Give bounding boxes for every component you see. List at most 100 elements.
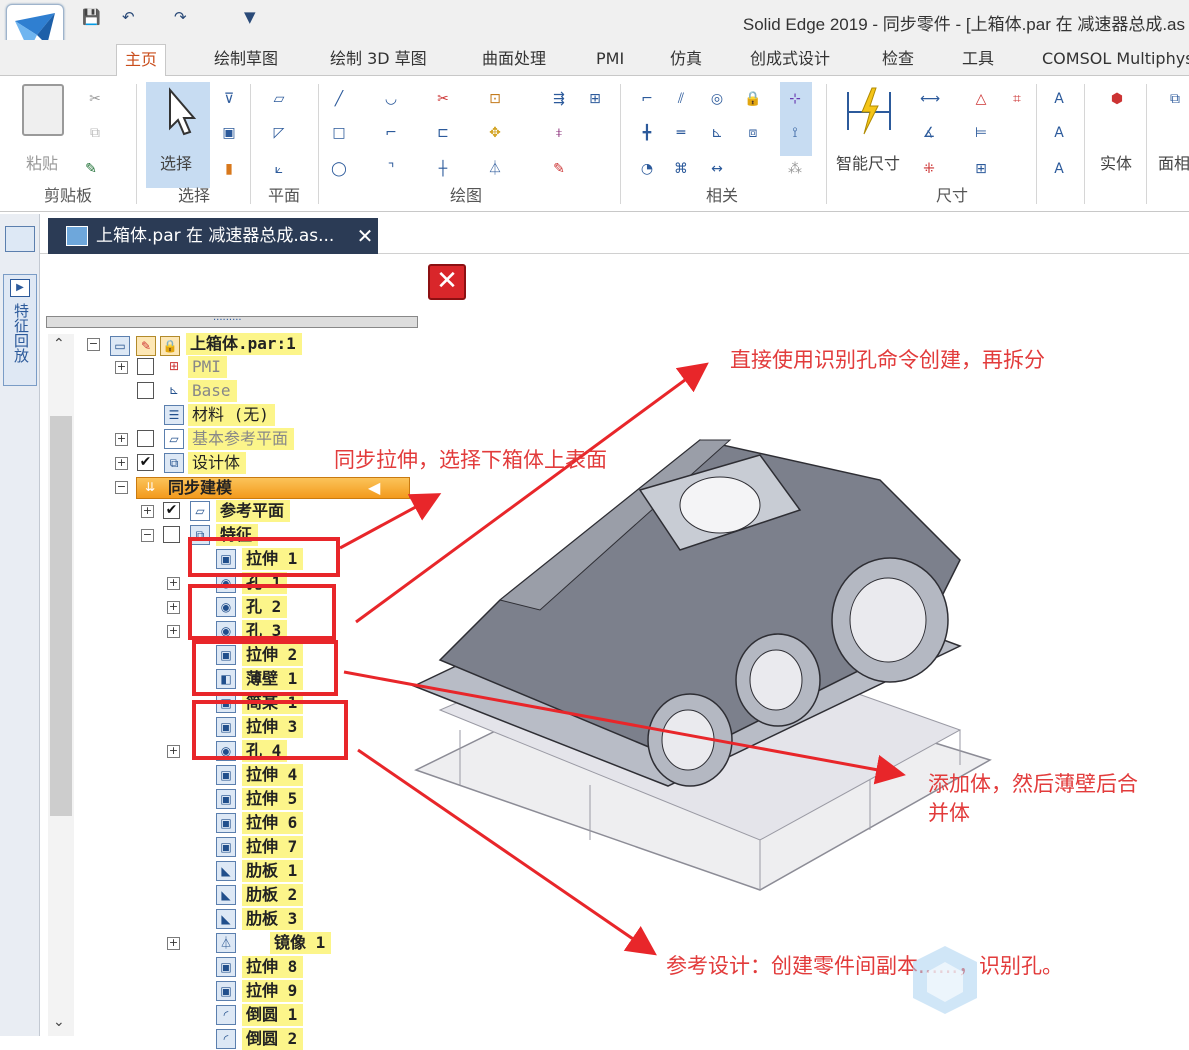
save-icon[interactable]: 💾 [82,8,101,26]
move-icon[interactable]: ✥ [486,124,504,142]
tree-item-label[interactable]: 基本参考平面 [188,428,295,450]
collapse-toggle[interactable]: − [141,529,154,542]
offset-icon[interactable]: ⊡ [486,90,504,108]
feature-playback-tab[interactable]: ▶ 特征回放 [3,274,37,386]
rigid-set-icon[interactable]: ⧈ [744,124,762,142]
scroll-up-icon[interactable]: ⌃ [53,336,65,352]
line-icon[interactable]: ╱ [330,90,348,108]
select-box-icon[interactable]: ▣ [220,124,238,142]
connect-icon[interactable]: ⌐ [638,90,656,108]
tree-item-label[interactable]: 拉伸 6 [242,812,304,834]
customize-qa-icon[interactable]: ▼ [244,8,256,26]
tree-item-label[interactable]: 肋板 3 [242,908,304,930]
visibility-checkbox[interactable]: ✔ [163,502,180,519]
scroll-down-icon[interactable]: ⌄ [53,1014,65,1030]
collinear-icon[interactable]: ↔ [708,160,726,178]
tree-item-label[interactable]: 倒圆 1 [242,1004,304,1026]
relationship-handles-icon[interactable]: ⊹ [786,90,804,108]
tangent-icon[interactable]: ◔ [638,160,656,178]
parallel-icon[interactable]: ⫽ [672,90,690,108]
rectangle-icon[interactable]: □ [330,124,348,142]
tree-item-label[interactable]: 拉伸 4 [242,764,304,786]
tab-inspect[interactable]: 检查 [874,44,922,76]
extend-icon[interactable]: ⊏ [434,124,452,142]
tree-item-label[interactable]: 肋板 2 [242,884,304,906]
pathfinder-splitter[interactable]: ········· [46,315,418,328]
project-icon[interactable]: ⇶ [550,90,568,108]
tab-simulation[interactable]: 仿真 [662,44,710,76]
lock-icon[interactable]: 🔒 [744,90,762,108]
coordinate-dimension-icon[interactable]: ⁜ [920,160,938,178]
solid-icon[interactable]: ⬢ [1108,90,1126,108]
visibility-checkbox[interactable] [137,430,154,447]
tree-item-label[interactable]: 拉伸 8 [242,956,304,978]
arc-icon[interactable]: ◡ [382,90,400,108]
plane-options-icon[interactable]: ◸ [270,124,288,142]
tab-home[interactable]: 主页 [116,44,167,76]
split-icon[interactable]: ┼ [434,160,452,178]
text-increase-icon[interactable]: A [1050,124,1068,142]
copy-icon[interactable]: ⧉ [86,124,104,142]
tree-root-label[interactable]: 上箱体.par:1 [186,333,302,355]
document-tab[interactable]: 上箱体.par 在 减速器总成.as... [48,218,378,254]
visibility-checkbox[interactable] [137,358,154,375]
tree-item-label[interactable]: 设计体 [188,452,247,474]
tab-comsol[interactable]: COMSOL Multiphysi [1034,44,1189,76]
horizontal-vertical-icon[interactable]: ╋ [638,124,656,142]
tree-item-label[interactable]: 倒圆 2 [242,1028,304,1050]
cut-icon[interactable]: ✂ [86,90,104,108]
visibility-checkbox[interactable] [163,526,180,543]
scrollbar-thumb[interactable] [50,416,72,816]
tab-sketch[interactable]: 绘制草图 [206,44,286,76]
coordinate-icon[interactable]: ⟀ [270,160,288,178]
tree-item-label[interactable]: 镜像 1 [270,932,332,954]
plane-icon[interactable]: ▱ [270,90,288,108]
tab-pmi[interactable]: PMI [588,44,632,76]
face-related-icon[interactable]: ⧉ [1166,90,1184,108]
tab-generative-design[interactable]: 创成式设计 [742,44,838,76]
select-face-icon[interactable]: ▮ [220,160,238,178]
paste-icon[interactable] [22,84,64,136]
collapse-toggle[interactable]: − [87,338,100,351]
expand-toggle[interactable]: + [167,745,180,758]
relationship-color-icon[interactable]: ⁂ [786,160,804,178]
tree-item-label[interactable]: PMI [188,356,227,378]
tree-item-label[interactable]: 拉伸 5 [242,788,304,810]
tree-item-label[interactable]: 拉伸 9 [242,980,304,1002]
expand-toggle[interactable]: + [141,505,154,518]
expand-toggle[interactable]: + [167,937,180,950]
chamfer-icon[interactable]: ⌝ [382,160,400,178]
concentric-icon[interactable]: ◎ [708,90,726,108]
symmetric-icon[interactable]: ⌘ [672,160,690,178]
tree-item-label[interactable]: 参考平面 [216,500,291,522]
tree-item-label[interactable]: 肋板 1 [242,860,304,882]
tree-item-label[interactable]: 材料 (无) [188,404,275,426]
text-decrease-icon[interactable]: A [1050,160,1068,178]
tab-surfacing[interactable]: 曲面处理 [474,44,554,76]
gauge-icon[interactable] [5,226,35,252]
perpendicular-icon[interactable]: ⊾ [708,124,726,142]
distance-between-icon[interactable]: ⟷ [920,90,940,108]
symmetric-diameter-icon[interactable]: ⊨ [972,124,990,142]
expand-toggle[interactable]: + [167,601,180,614]
format-painter-icon[interactable]: ✎ [82,160,100,178]
tab-3d-sketch[interactable]: 绘制 3D 草图 [322,44,435,76]
construction-icon[interactable]: ⧧ [550,124,568,142]
expand-toggle[interactable]: + [167,577,180,590]
collapse-toggle[interactable]: − [115,481,128,494]
expand-toggle[interactable]: + [115,457,128,470]
expand-toggle[interactable]: + [115,433,128,446]
text-style-icon[interactable]: A [1050,90,1068,108]
expand-toggle[interactable]: + [167,625,180,638]
undo-icon[interactable]: ↶ [122,8,135,26]
circle-icon[interactable]: ◯ [330,160,348,178]
pen-icon[interactable]: ✎ [550,160,568,178]
redo-icon[interactable]: ↷ [174,8,187,26]
tab-tools[interactable]: 工具 [954,44,1002,76]
chamfer-dimension-icon[interactable]: ⊞ [972,160,990,178]
expand-toggle[interactable]: + [115,361,128,374]
mirror-icon[interactable]: ⏃ [486,160,504,178]
close-pathfinder-button[interactable]: ✕ [428,264,466,300]
visibility-checkbox[interactable] [137,382,154,399]
tree-scrollbar[interactable]: ⌃ ⌄ [48,334,74,1036]
